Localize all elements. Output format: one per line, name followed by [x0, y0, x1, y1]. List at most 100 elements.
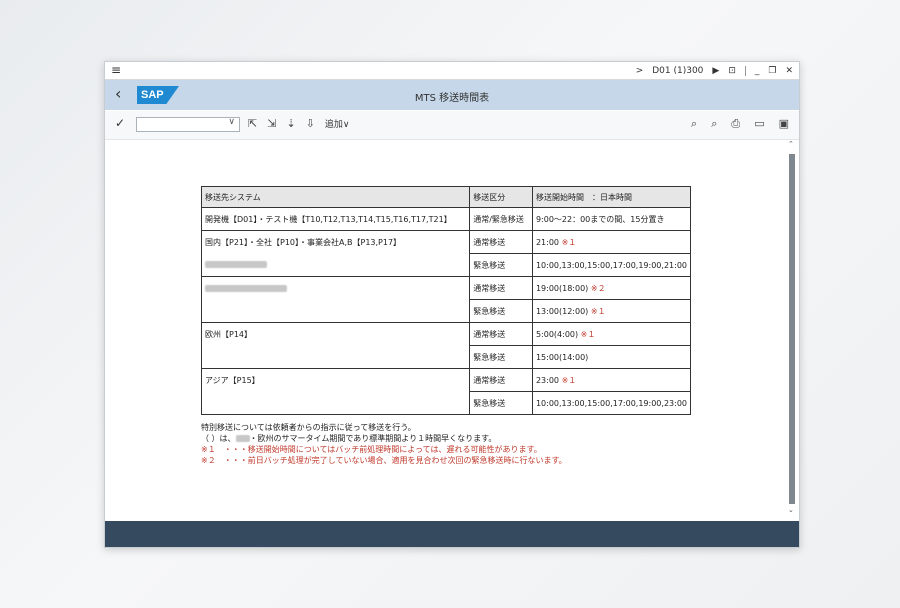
column-header: 移送開始時間 ：日本時間	[532, 186, 692, 208]
chevron-right-icon[interactable]: >	[636, 66, 644, 76]
time-cell: 19:00(18:00) ※２	[532, 276, 692, 300]
time-cell: 9:00～22：00までの間、15分置き	[532, 207, 692, 231]
vertical-scrollbar[interactable]: ⌃ ⌄	[788, 140, 795, 514]
note-line: ※１ ・・・移送開始時間についてはバッチ前処理時間によっては、遅れる可能性があり…	[201, 445, 542, 454]
close-icon[interactable]: ✕	[785, 66, 793, 76]
layout-icon[interactable]: ▣	[779, 117, 789, 131]
note-line: （ ）は、 ・欧州のサマータイム期間であり標準期間より１時間早くなります。	[201, 433, 567, 444]
note-text: （ ）は、	[201, 434, 236, 443]
time-value: 23:00	[535, 375, 560, 385]
time-value: 21:00	[535, 237, 560, 247]
time-cell: 13:00(12:00) ※１	[532, 299, 692, 323]
system-cell	[201, 253, 471, 277]
print-icon[interactable]: ⎙	[731, 117, 740, 131]
system-cell	[201, 391, 471, 415]
time-cell: 5:00(4:00) ※１	[532, 322, 692, 346]
table-row: 緊急移送 15:00(14:00)	[201, 345, 692, 369]
table-row: 開発機【D01】・テスト機【T10,T12,T13,T14,T15,T16,T1…	[201, 207, 692, 231]
system-cell	[201, 345, 471, 369]
time-value: 19:00(18:00)	[535, 283, 589, 293]
chevron-down-icon[interactable]: ∨	[228, 117, 235, 127]
redacted-text	[205, 284, 287, 292]
toolbar-actions: ⇱ ⇲ ⇣ ⇩ 追加∨	[248, 117, 349, 130]
toolbar: ✓ ∨ ⇱ ⇲ ⇣ ⇩ 追加∨ ⌕ ⌕ ⎙ ▭ ▣	[105, 111, 799, 140]
expand-icon[interactable]: ⇱	[248, 117, 257, 130]
command-field[interactable]: ∨	[136, 117, 240, 132]
window-controls: > D01 (1)300 ▶ ⊡ _ ❐ ✕	[636, 62, 793, 79]
scrollbar-thumb[interactable]	[789, 154, 795, 504]
note-text: ・欧州のサマータイム期間であり標準期間より１時間早くなります。	[249, 434, 497, 443]
type-cell: 通常/緊急移送	[469, 207, 533, 231]
sap-window: ≡ > D01 (1)300 ▶ ⊡ _ ❐ ✕ ‹ SAP MTS 移送時間表…	[104, 61, 800, 548]
type-cell: 緊急移送	[469, 253, 533, 277]
system-cell	[201, 276, 471, 300]
type-cell: 緊急移送	[469, 299, 533, 323]
collapse-icon[interactable]: ⇲	[267, 117, 276, 130]
insert-icon[interactable]: ⇩	[306, 117, 315, 130]
notes: 特別移送については依頼者からの指示に従って移送を行う。 （ ）は、 ・欧州のサマー…	[201, 422, 567, 466]
system-cell: 欧州【P14】	[201, 322, 471, 346]
type-cell: 通常移送	[469, 368, 533, 392]
redacted-text	[205, 261, 267, 269]
table-row: 緊急移送 10:00,13:00,15:00,17:00,19:00,21:00	[201, 253, 692, 277]
system-cell: 開発機【D01】・テスト機【T10,T12,T13,T14,T15,T16,T1…	[201, 207, 471, 231]
hamburger-icon[interactable]: ≡	[111, 63, 121, 77]
type-cell: 緊急移送	[469, 391, 533, 415]
system-cell: アジア【P15】	[201, 368, 471, 392]
title-bar: ≡ > D01 (1)300 ▶ ⊡ _ ❐ ✕	[105, 62, 799, 80]
redacted-text	[235, 435, 250, 442]
move-down-icon[interactable]: ⇣	[286, 117, 295, 130]
restore-icon[interactable]: ❐	[768, 66, 776, 76]
session-info: D01 (1)300	[652, 65, 704, 76]
table-row: 国内【P21】・全社【P10】・事業会社A,B【P13,P17】 通常移送 21…	[201, 230, 692, 254]
note-mark: ※１	[561, 375, 577, 385]
scroll-down-icon[interactable]: ⌄	[788, 506, 794, 514]
time-value: 15:00(14:00)	[535, 352, 589, 362]
note-line: ※２ ・・・前日バッチ処理が完了していない場合、適用を見合わせ次回の緊急移送時に…	[201, 456, 567, 465]
column-header: 移送区分	[469, 186, 533, 208]
time-value: 10:00,13:00,15:00,17:00,19:00,21:00	[535, 260, 687, 270]
checkmark-icon[interactable]: ✓	[115, 116, 125, 130]
time-cell: 21:00 ※１	[532, 230, 692, 254]
note-mark: ※１	[561, 237, 577, 247]
minimize-icon[interactable]: _	[755, 66, 760, 76]
type-cell: 緊急移送	[469, 345, 533, 369]
time-cell: 15:00(14:00)	[532, 345, 692, 369]
search-icon[interactable]: ⌕	[691, 117, 697, 131]
divider	[744, 65, 746, 76]
note-line: 特別移送については依頼者からの指示に従って移送を行う。	[201, 423, 416, 432]
time-value: 13:00(12:00)	[535, 306, 589, 316]
column-header: 移送先システム	[201, 186, 471, 208]
add-button[interactable]: 追加∨	[325, 117, 350, 130]
window-icon[interactable]: ▭	[754, 117, 764, 131]
table-row: 緊急移送 13:00(12:00) ※１	[201, 299, 692, 323]
time-cell: 10:00,13:00,15:00,17:00,19:00,23:00	[532, 391, 692, 415]
note-mark: ※１	[590, 306, 606, 316]
type-cell: 通常移送	[469, 322, 533, 346]
table-row: 通常移送 19:00(18:00) ※２	[201, 276, 692, 300]
table-row: アジア【P15】 通常移送 23:00 ※１	[201, 368, 692, 392]
table-header-row: 移送先システム 移送区分 移送開始時間 ：日本時間	[201, 186, 692, 208]
note-mark: ※２	[590, 283, 606, 293]
time-value: 9:00～22：00までの間、15分置き	[535, 214, 665, 224]
transport-schedule-table: 移送先システム 移送区分 移送開始時間 ：日本時間 開発機【D01】・テスト機【…	[201, 186, 692, 415]
app-header: ‹ SAP MTS 移送時間表	[105, 80, 799, 110]
scroll-up-icon[interactable]: ⌃	[788, 140, 794, 148]
page-title: MTS 移送時間表	[414, 93, 490, 104]
table-row: 欧州【P14】 通常移送 5:00(4:00) ※１	[201, 322, 692, 346]
type-cell: 通常移送	[469, 276, 533, 300]
toolbar-right-actions: ⌕ ⌕ ⎙ ▭ ▣	[691, 117, 789, 131]
note-mark: ※１	[580, 329, 596, 339]
time-value: 5:00(4:00)	[535, 329, 579, 339]
search-next-icon[interactable]: ⌕	[711, 117, 717, 131]
play-icon[interactable]: ▶	[712, 66, 719, 76]
type-cell: 通常移送	[469, 230, 533, 254]
system-cell	[201, 299, 471, 323]
table-row: 緊急移送 10:00,13:00,15:00,17:00,19:00,23:00	[201, 391, 692, 415]
time-cell: 10:00,13:00,15:00,17:00,19:00,21:00	[532, 253, 692, 277]
lock-icon[interactable]: ⊡	[728, 66, 736, 76]
time-cell: 23:00 ※１	[532, 368, 692, 392]
time-value: 10:00,13:00,15:00,17:00,19:00,23:00	[535, 398, 687, 408]
status-bar	[105, 521, 799, 547]
system-cell: 国内【P21】・全社【P10】・事業会社A,B【P13,P17】	[201, 230, 471, 254]
